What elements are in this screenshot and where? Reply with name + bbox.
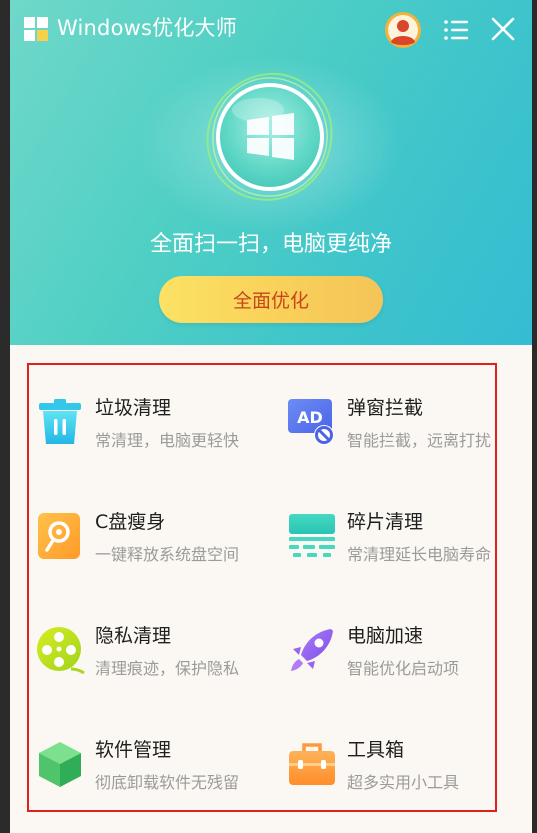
tool-title: 软件管理 [95, 739, 172, 761]
close-icon[interactable] [490, 16, 516, 42]
tool-desc: 智能拦截，远离打扰 [347, 431, 492, 450]
tool-title: 碎片清理 [347, 511, 424, 533]
tool-desc: 智能优化启动项 [347, 659, 460, 678]
tool-desc: 清理痕迹，保护隐私 [95, 659, 240, 678]
tool-desc: 超多实用小工具 [347, 773, 460, 792]
tool-title: 垃圾清理 [95, 397, 172, 419]
svg-text:AD: AD [297, 408, 323, 427]
tool-title: 弹窗拦截 [347, 397, 424, 419]
tool-title: 电脑加速 [347, 625, 424, 647]
title-bar: Windows优化大师 [10, 0, 532, 58]
tool-software-manage[interactable]: 软件管理 彻底卸载软件无残留 [35, 739, 275, 819]
tool-popup-block[interactable]: AD 弹窗拦截 智能拦截，远离打扰 [287, 397, 527, 477]
app-title: Windows优化大师 [57, 16, 237, 40]
tool-privacy-clean[interactable]: 隐私清理 清理痕迹，保护隐私 [35, 625, 275, 705]
fragment-clean-icon [289, 514, 335, 557]
windows-logo-icon [24, 17, 48, 41]
hero-slogan: 全面扫一扫，电脑更纯净 [149, 232, 392, 257]
tool-desc: 彻底卸载软件无残留 [95, 773, 240, 792]
tool-title: 隐私清理 [95, 625, 172, 647]
tool-desc: 一键释放系统盘空间 [95, 545, 240, 564]
hero-banner: Windows优化大师 全面扫一扫，电脑更纯净 全面优化 [10, 0, 532, 345]
tool-title: C盘瘦身 [95, 511, 166, 533]
trash-icon [39, 399, 81, 444]
tool-desc: 常清理延长电脑寿命 [347, 545, 492, 564]
tool-desc: 常清理，电脑更轻快 [95, 431, 240, 450]
menu-icon[interactable] [443, 18, 469, 42]
app-window: Windows优化大师 全面扫一扫，电脑更纯净 全面优化 垃圾清理 常清理，电脑… [10, 0, 532, 833]
tool-toolbox[interactable]: 工具箱 超多实用小工具 [287, 739, 527, 819]
rocket-icon [291, 629, 333, 671]
tool-title: 工具箱 [347, 739, 405, 761]
user-avatar-icon[interactable] [384, 11, 422, 49]
ad-block-icon: AD [288, 399, 334, 445]
tool-junk-clean[interactable]: 垃圾清理 常清理，电脑更轻快 [35, 397, 275, 477]
software-cube-icon [39, 742, 81, 787]
tool-fragment-clean[interactable]: 碎片清理 常清理延长电脑寿命 [287, 511, 527, 591]
tool-pc-boost[interactable]: 电脑加速 智能优化启动项 [287, 625, 527, 705]
privacy-clean-icon [37, 627, 85, 675]
windows-orb-icon [206, 72, 333, 201]
c-drive-slim-icon [38, 513, 80, 559]
tool-c-drive-slim[interactable]: C盘瘦身 一键释放系统盘空间 [35, 511, 275, 591]
toolbox-icon [289, 743, 335, 785]
full-optimize-button[interactable]: 全面优化 [159, 276, 383, 323]
